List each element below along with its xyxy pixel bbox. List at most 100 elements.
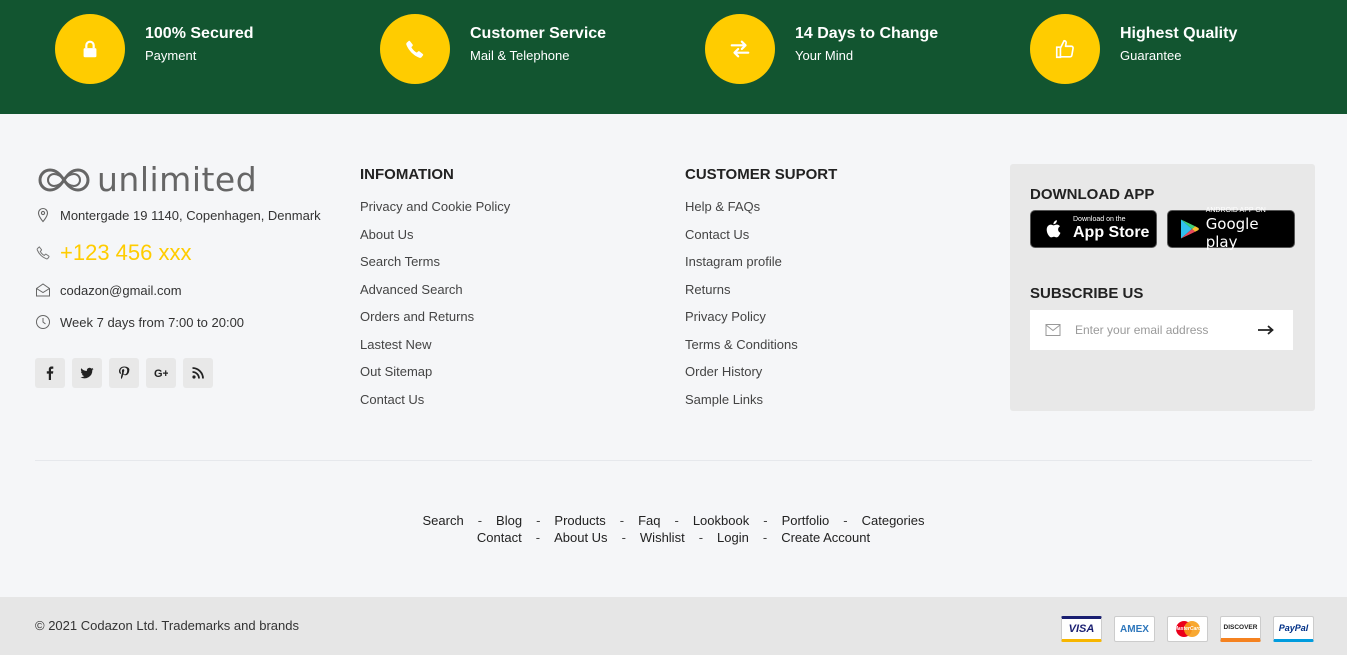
app-store-button[interactable]: Download on the App Store <box>1030 210 1157 248</box>
link-separator: - <box>619 513 625 528</box>
footer-link[interactable]: Sample Links <box>685 386 837 414</box>
contact-phone[interactable]: +123 456 xxx <box>35 240 191 266</box>
link-separator: - <box>477 513 483 528</box>
address-text: Montergade 19 1140, Copenhagen, Denmark <box>60 207 321 223</box>
bottom-link[interactable]: Faq <box>638 512 660 529</box>
apple-icon <box>1041 216 1067 242</box>
appstore-big-text: App Store <box>1073 224 1150 241</box>
gplay-big-text: Google play <box>1205 215 1259 251</box>
lock-icon <box>55 14 125 84</box>
rss-icon[interactable] <box>183 358 213 388</box>
footer-link[interactable]: Search Terms <box>360 248 510 276</box>
bottom-link[interactable]: Portfolio <box>782 512 830 529</box>
footer-divider <box>35 460 1312 461</box>
arrow-right-icon[interactable] <box>1256 323 1276 337</box>
bottom-link[interactable]: Lookbook <box>693 512 749 529</box>
footer-link[interactable]: Lastest New <box>360 331 510 359</box>
visa-card-icon: VISA <box>1061 616 1102 642</box>
footer-link[interactable]: Order History <box>685 358 837 386</box>
footer-link[interactable]: About Us <box>360 221 510 249</box>
bottom-link[interactable]: Products <box>554 512 605 529</box>
footer-link[interactable]: Advanced Search <box>360 276 510 304</box>
paypal-card-icon: PayPal <box>1273 616 1314 642</box>
bottom-links-row-2: Contact - About Us - Wishlist - Login - … <box>0 529 1347 546</box>
google-plus-icon[interactable]: G+ <box>146 358 176 388</box>
footer-link[interactable]: Instagram profile <box>685 248 837 276</box>
envelope-icon <box>1045 324 1061 336</box>
bottom-link[interactable]: Login <box>717 529 749 546</box>
footer-link[interactable]: Returns <box>685 276 837 304</box>
email-input[interactable] <box>1075 323 1250 337</box>
bottom-link[interactable]: Categories <box>862 512 925 529</box>
bottom-link[interactable]: Contact <box>477 529 522 546</box>
appstore-small-text: Download on the <box>1073 216 1126 223</box>
gplay-small-text: ANDROID APP ON <box>1205 207 1266 214</box>
infinity-logo-icon <box>38 168 90 192</box>
mastercard-icon: MasterCard <box>1167 616 1208 642</box>
footer-link[interactable]: Out Sitemap <box>360 358 510 386</box>
feature-customer-service: Customer Service Mail & Telephone <box>380 14 606 84</box>
phone-number[interactable]: +123 456 xxx <box>60 240 191 266</box>
contact-address: Montergade 19 1140, Copenhagen, Denmark <box>35 207 321 223</box>
link-separator: - <box>621 530 626 545</box>
brand-name: unlimited <box>97 160 258 199</box>
footer-link[interactable]: Privacy Policy <box>685 303 837 331</box>
thumbs-up-icon <box>1030 14 1100 84</box>
feature-subtitle: Payment <box>145 47 197 63</box>
google-play-icon <box>1176 216 1202 242</box>
bottom-link[interactable]: Create Account <box>781 529 870 546</box>
feature-days-change: 14 Days to Change Your Mind <box>705 14 938 84</box>
information-heading: INFOMATION <box>360 166 454 183</box>
information-column: INFOMATION Privacy and Cookie Policy Abo… <box>360 165 510 413</box>
facebook-icon[interactable] <box>35 358 65 388</box>
pinterest-icon[interactable] <box>109 358 139 388</box>
feature-subtitle: Your Mind <box>795 47 854 63</box>
footer-link[interactable]: Help & FAQs <box>685 193 837 221</box>
feature-title: Highest Quality <box>1120 24 1238 42</box>
link-separator: - <box>536 513 541 528</box>
bottom-links-row-1: Search - Blog - Products - Faq - Lookboo… <box>0 512 1347 529</box>
link-separator: - <box>535 530 541 545</box>
feature-subtitle: Mail & Telephone <box>470 47 570 63</box>
contact-hours: Week 7 days from 7:00 to 20:00 <box>35 314 244 330</box>
phone-icon <box>35 245 51 261</box>
link-separator: - <box>762 530 768 545</box>
features-band: 100% Secured Payment Customer Service Ma… <box>0 0 1347 114</box>
google-play-button[interactable]: ANDROID APP ON Google play <box>1167 207 1295 251</box>
bottom-link[interactable]: Wishlist <box>640 529 685 546</box>
bottom-link[interactable]: Search <box>423 512 464 529</box>
payment-methods: VISA AMEX MasterCard DISCOVER PayPal <box>1061 616 1314 642</box>
link-separator: - <box>698 530 704 545</box>
bottom-link[interactable]: Blog <box>496 512 522 529</box>
footer-link[interactable]: Contact Us <box>685 221 837 249</box>
footer-link[interactable]: Privacy and Cookie Policy <box>360 193 510 221</box>
feature-title: 14 Days to Change <box>795 24 939 42</box>
discover-card-icon: DISCOVER <box>1220 616 1261 642</box>
clock-icon <box>35 314 51 330</box>
discover-label: DISCOVER <box>1223 624 1258 631</box>
feature-secured: 100% Secured Payment <box>55 14 254 84</box>
amex-card-icon: AMEX <box>1114 616 1155 642</box>
download-app-heading: DOWNLOAD APP <box>1030 186 1155 203</box>
contact-email[interactable]: codazon@gmail.com <box>35 282 182 298</box>
footer-link[interactable]: Orders and Returns <box>360 303 510 331</box>
exchange-icon <box>705 14 775 84</box>
envelope-icon <box>35 282 51 298</box>
support-heading: CUSTOMER SUPORT <box>685 166 838 183</box>
brand-logo[interactable]: unlimited <box>35 163 257 197</box>
social-links: G+ <box>35 358 213 388</box>
app-subscribe-panel: DOWNLOAD APP Download on the App Store A… <box>1010 164 1315 411</box>
subscribe-heading: SUBSCRIBE US <box>1030 285 1144 302</box>
email-text[interactable]: codazon@gmail.com <box>60 283 182 298</box>
paypal-label: PayPal <box>1278 623 1309 633</box>
footer-link[interactable]: Contact Us <box>360 386 510 414</box>
bottom-link[interactable]: About Us <box>554 529 607 546</box>
footer-link[interactable]: Terms & Conditions <box>685 331 837 359</box>
map-pin-icon <box>35 207 51 223</box>
feature-title: Customer Service <box>470 24 607 42</box>
link-separator: - <box>763 513 768 528</box>
phone-icon <box>380 14 450 84</box>
amex-label: AMEX <box>1120 623 1149 635</box>
hours-text: Week 7 days from 7:00 to 20:00 <box>60 314 245 330</box>
twitter-icon[interactable] <box>72 358 102 388</box>
